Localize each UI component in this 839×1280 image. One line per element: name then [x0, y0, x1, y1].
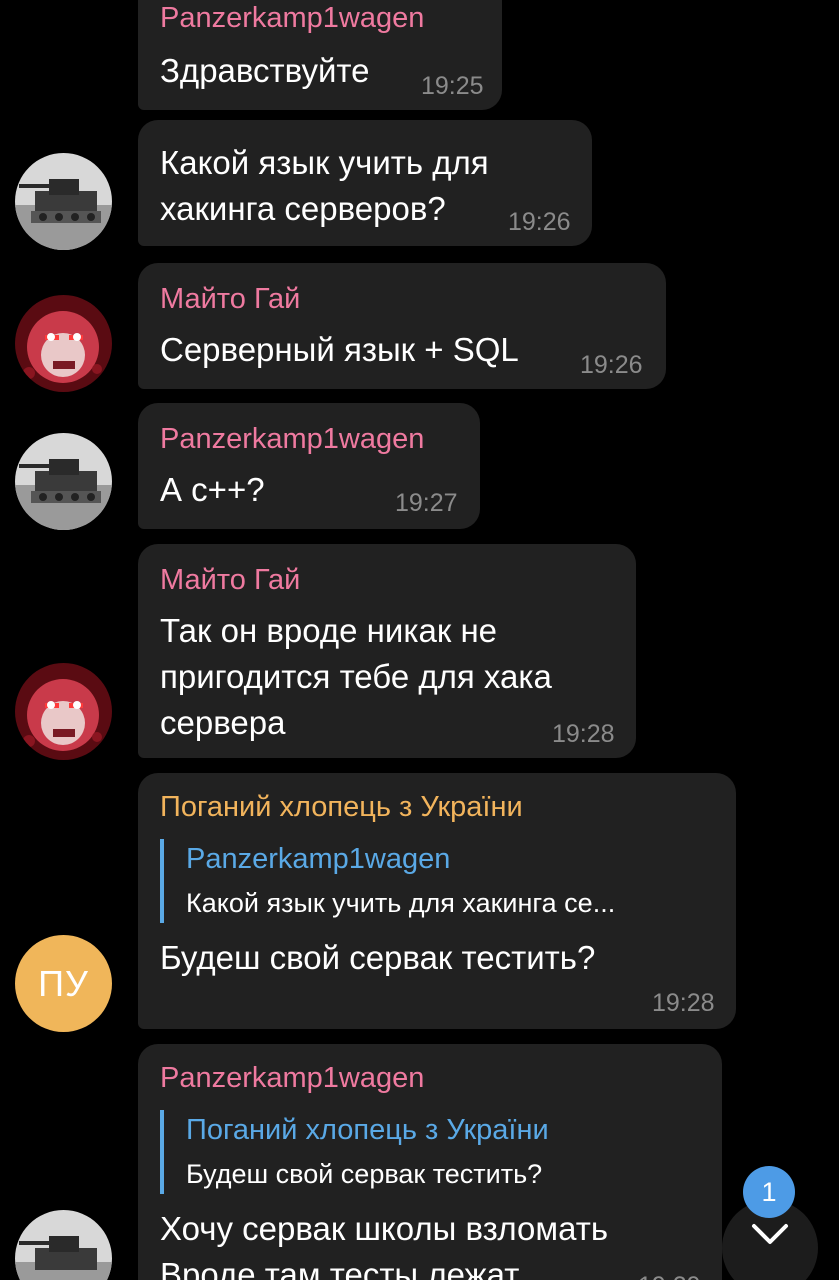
tank-avatar[interactable]: [15, 433, 112, 530]
sender-name[interactable]: Майто Гай: [160, 283, 300, 316]
reply-text: Какой язык учить для хакинга се...: [186, 888, 616, 918]
red-face-avatar[interactable]: [15, 663, 112, 760]
tank-avatar[interactable]: [15, 1210, 112, 1280]
message-text: Какой язык учить для хакинга серверов?: [160, 144, 489, 227]
message-time: 19:25: [421, 72, 484, 100]
red-face-avatar[interactable]: [15, 295, 112, 392]
sender-name[interactable]: Майто Гай: [160, 564, 300, 597]
message-text: А с++?: [160, 471, 265, 508]
message-text: Здравствуйте: [160, 52, 370, 89]
reply-text: Будеш свой сервак тестить?: [186, 1159, 543, 1189]
message-bubble[interactable]: Какой язык учить для хакинга серверов? 1…: [138, 120, 592, 246]
message-bubble[interactable]: Поганий хлопець з України Panzerkamp1wag…: [138, 773, 736, 1029]
sender-name[interactable]: Panzerkamp1wagen: [160, 1062, 424, 1095]
chat-message-list[interactable]: Panzerkamp1wagen Здравствуйте 19:25 Како…: [0, 0, 839, 1280]
message-text: Хочу сервак школы взломать Вроде там тес…: [160, 1210, 609, 1280]
user-initials-avatar[interactable]: ПУ: [15, 935, 112, 1032]
tank-avatar[interactable]: [15, 153, 112, 250]
sender-name[interactable]: Panzerkamp1wagen: [160, 2, 424, 35]
reply-quote[interactable]: Panzerkamp1wagen Какой язык учить для ха…: [160, 839, 615, 923]
message-text: Так он вроде никак не пригодится тебе дл…: [160, 612, 552, 741]
message-bubble[interactable]: Майто Гай Так он вроде никак не пригодит…: [138, 544, 636, 758]
message-time: 19:29: [638, 1272, 701, 1280]
message-bubble[interactable]: Panzerkamp1wagen Здравствуйте 19:25: [138, 0, 502, 110]
message-bubble[interactable]: Panzerkamp1wagen А с++? 19:27: [138, 403, 480, 529]
message-time: 19:26: [580, 351, 643, 379]
reply-quote[interactable]: Поганий хлопець з України Будеш свой сер…: [160, 1110, 549, 1194]
message-time: 19:28: [552, 720, 615, 748]
chevron-down-icon: [752, 1224, 788, 1244]
message-time: 19:26: [508, 208, 571, 236]
reply-sender-name: Panzerkamp1wagen: [186, 843, 451, 875]
unread-count-badge: 1: [743, 1166, 795, 1218]
message-text: Серверный язык + SQL: [160, 331, 519, 368]
message-time: 19:27: [395, 489, 458, 517]
reply-sender-name: Поганий хлопець з України: [186, 1114, 549, 1146]
message-text: Будеш свой сервак тестить?: [160, 939, 596, 976]
message-bubble[interactable]: Panzerkamp1wagen Поганий хлопець з Украї…: [138, 1044, 722, 1280]
message-time: 19:28: [652, 989, 715, 1017]
sender-name[interactable]: Поганий хлопець з України: [160, 791, 523, 824]
message-bubble[interactable]: Майто Гай Серверный язык + SQL 19:26: [138, 263, 666, 389]
sender-name[interactable]: Panzerkamp1wagen: [160, 423, 424, 456]
